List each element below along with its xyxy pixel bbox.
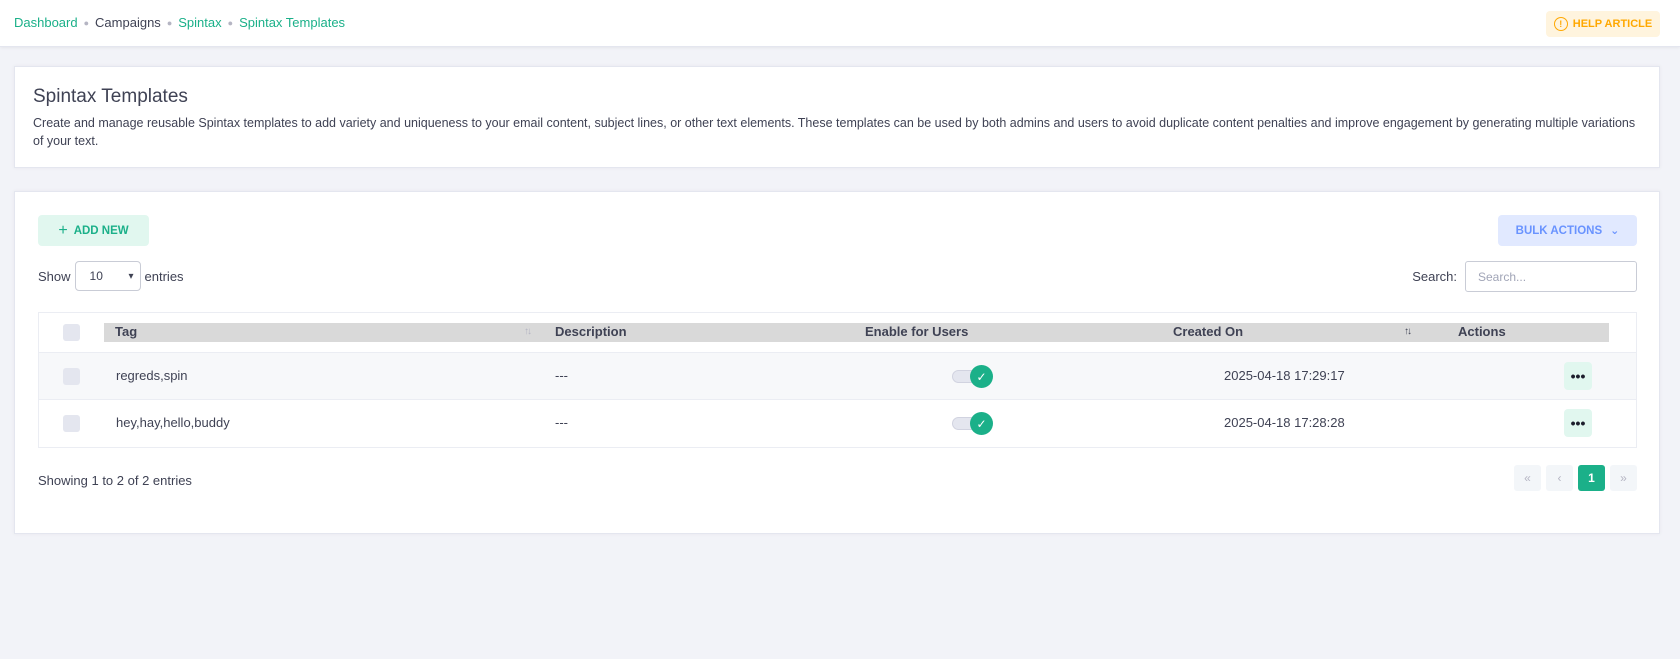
enable-toggle[interactable]: ✓ [952, 412, 994, 435]
breadcrumb-campaigns[interactable]: Campaigns [95, 15, 161, 30]
intro-card: Spintax Templates Create and manage reus… [14, 66, 1660, 168]
header-band [104, 323, 1609, 342]
column-header-actions: Actions [1458, 324, 1506, 339]
more-horizontal-icon: ••• [1570, 368, 1586, 384]
check-icon: ✓ [970, 412, 993, 435]
bulk-actions-label: BULK ACTIONS [1515, 224, 1603, 237]
entries-select-value: 10 [89, 269, 103, 283]
help-article-label: HELP ARTICLE [1572, 18, 1653, 30]
show-label: Show [38, 268, 71, 284]
entries-length-control: Show 10 ▾ entries [38, 261, 184, 291]
breadcrumb: Dashboard ● Campaigns ● Spintax ● Spinta… [14, 15, 345, 30]
chevrons-right-icon: » [1620, 471, 1627, 485]
page-button[interactable]: 1 [1578, 465, 1605, 491]
plus-icon: + [58, 221, 68, 239]
pagination: « ‹ 1 » [1514, 465, 1637, 491]
page-description: Create and manage reusable Spintax templ… [33, 116, 1636, 148]
more-horizontal-icon: ••• [1570, 415, 1586, 431]
last-page-button[interactable]: » [1610, 465, 1637, 491]
add-new-label: ADD NEW [73, 224, 129, 237]
chevrons-left-icon: « [1524, 471, 1531, 485]
search-control: Search: Search... [1412, 261, 1637, 292]
chevron-left-icon: ‹ [1557, 471, 1562, 485]
breadcrumb-separator: ● [227, 17, 234, 28]
column-header-tag[interactable]: Tag [115, 324, 137, 339]
search-label: Search: [1412, 269, 1457, 284]
column-header-enable-for-users: Enable for Users [865, 324, 969, 339]
table-row: regreds,spin --- ✓ 2025-04-18 17:29:17 •… [39, 353, 1636, 400]
row-created-on: 2025-04-18 17:29:17 [1224, 368, 1345, 383]
entries-select[interactable]: 10 ▾ [74, 261, 141, 291]
table-info: Showing 1 to 2 of 2 entries [38, 473, 192, 488]
search-input[interactable]: Search... [1465, 261, 1637, 292]
table-row: hey,hay,hello,buddy --- ✓ 2025-04-18 17:… [39, 400, 1636, 447]
alert-circle-icon: ! [1553, 17, 1568, 31]
templates-card: + ADD NEW BULK ACTIONS ⌄ Show 10 ▾ entri… [14, 191, 1660, 534]
breadcrumb-dashboard[interactable]: Dashboard [14, 15, 78, 30]
templates-table: Tag ↑↓ Description Enable for Users Crea… [38, 312, 1637, 448]
bulk-actions-button[interactable]: BULK ACTIONS ⌄ [1498, 215, 1637, 246]
row-tag: regreds,spin [116, 368, 188, 383]
chevron-down-icon: ▾ [128, 270, 134, 282]
first-page-button[interactable]: « [1514, 465, 1541, 491]
column-header-created-on[interactable]: Created On [1173, 324, 1243, 339]
row-description: --- [555, 415, 568, 430]
breadcrumb-spintax[interactable]: Spintax [178, 15, 221, 30]
row-actions-button[interactable]: ••• [1564, 409, 1592, 437]
sort-icon[interactable]: ↑↓ [524, 326, 532, 337]
row-checkbox[interactable] [63, 415, 80, 432]
select-all-checkbox[interactable] [63, 324, 80, 341]
row-actions-button[interactable]: ••• [1564, 362, 1592, 390]
sort-desc-icon[interactable]: ↑↓ [1404, 326, 1412, 337]
column-header-description: Description [555, 324, 627, 339]
top-bar: Dashboard ● Campaigns ● Spintax ● Spinta… [0, 0, 1680, 47]
chevron-down-icon: ⌄ [1610, 225, 1620, 237]
row-tag: hey,hay,hello,buddy [116, 415, 230, 430]
row-created-on: 2025-04-18 17:28:28 [1224, 415, 1345, 430]
page-title: Spintax Templates [33, 86, 188, 107]
add-new-button[interactable]: + ADD NEW [38, 215, 149, 246]
breadcrumb-spintax-templates[interactable]: Spintax Templates [239, 15, 345, 30]
breadcrumb-separator: ● [166, 17, 173, 28]
row-description: --- [555, 368, 568, 383]
help-article-button[interactable]: ! HELP ARTICLE [1546, 11, 1660, 37]
breadcrumb-separator: ● [83, 17, 90, 28]
previous-page-button[interactable]: ‹ [1546, 465, 1573, 491]
table-header: Tag ↑↓ Description Enable for Users Crea… [39, 313, 1636, 353]
enable-toggle[interactable]: ✓ [952, 365, 994, 388]
check-icon: ✓ [970, 365, 993, 388]
row-checkbox[interactable] [63, 368, 80, 385]
entries-label: entries [144, 268, 184, 284]
